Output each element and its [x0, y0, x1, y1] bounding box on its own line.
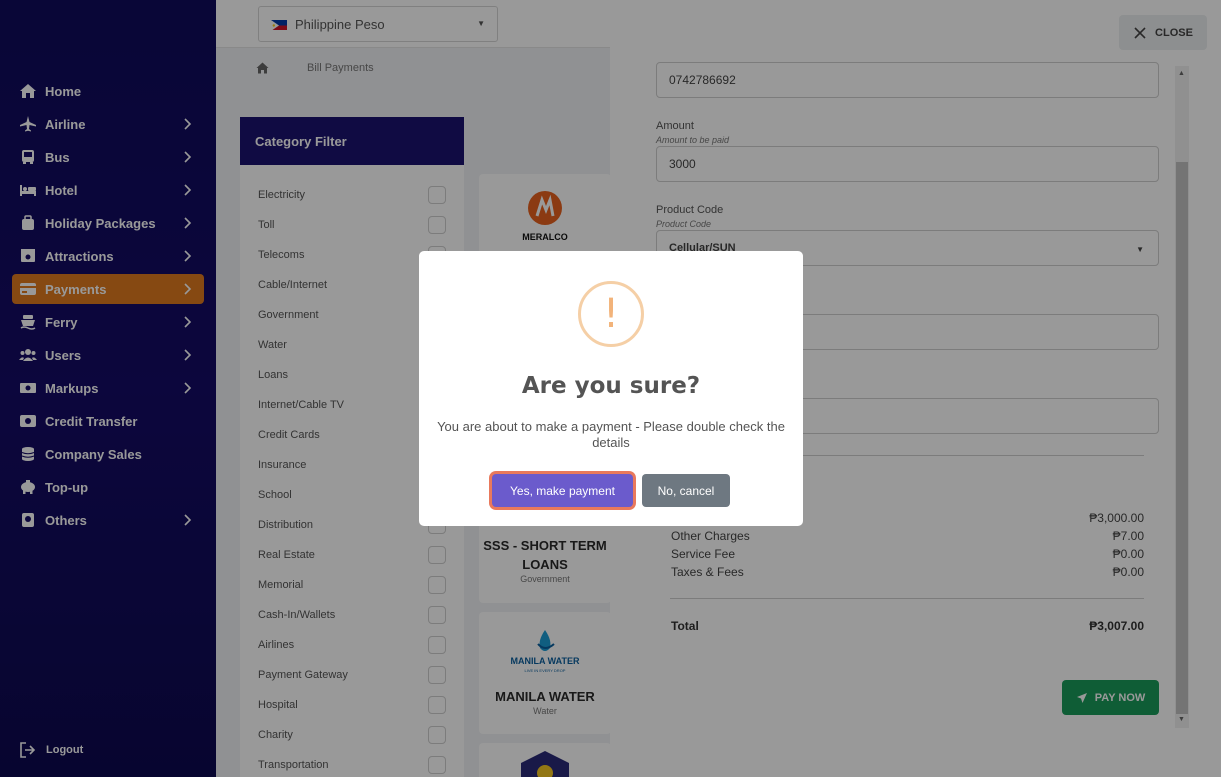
confirm-dialog: ! Are you sure? You are about to make a …: [419, 251, 803, 526]
cancel-button[interactable]: No, cancel: [642, 474, 730, 507]
dialog-message: You are about to make a payment - Please…: [437, 419, 785, 450]
warning-icon: !: [578, 281, 644, 347]
confirm-payment-button[interactable]: Yes, make payment: [492, 474, 633, 507]
dialog-title: Are you sure?: [521, 373, 701, 399]
